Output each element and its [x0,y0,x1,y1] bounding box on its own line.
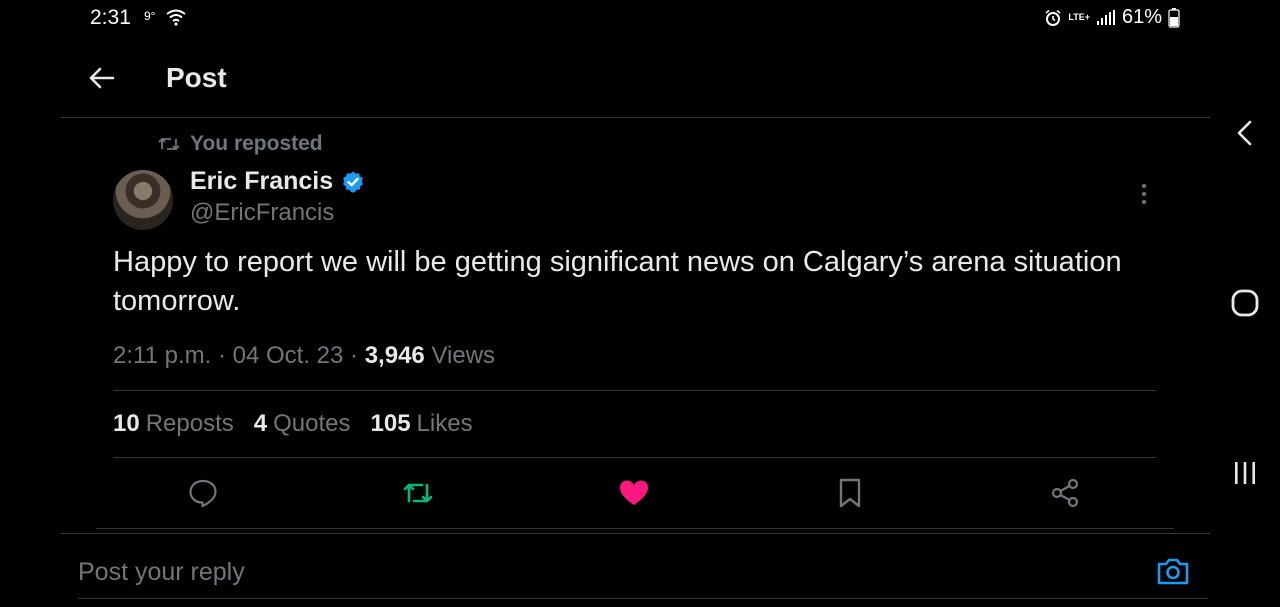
more-options-icon[interactable] [1134,180,1154,208]
repost-icon[interactable] [402,477,434,509]
like-icon[interactable] [618,477,650,509]
likes-label: Likes [416,410,473,437]
header: Post [0,50,1210,110]
stats-divider [113,457,1156,458]
battery-icon [1168,7,1180,28]
repost-label: You reposted [190,132,323,155]
quotes-count: 4 [253,410,268,437]
author-name-row[interactable]: Eric Francis [190,167,365,196]
meta-divider [113,390,1156,391]
views-label[interactable]: Views [431,342,495,369]
repost-small-icon [158,138,180,150]
header-divider [60,117,1210,118]
network-type: LTE+ [1068,12,1090,22]
likes-count: 105 [370,410,411,437]
reply-input[interactable] [78,552,1138,592]
wifi-icon [166,9,186,26]
alarm-icon [1045,9,1061,26]
share-icon[interactable] [1049,477,1081,509]
repost-indicator: You reposted [158,132,323,156]
reply-divider [60,533,1210,534]
camera-icon[interactable] [1156,556,1190,586]
likes-stat[interactable]: 105 Likes [371,410,473,438]
tweet-time: 2:11 p.m. [113,342,212,369]
reposts-stat[interactable]: 10 Reposts [113,410,234,438]
meta-separator: · [217,342,226,369]
back-arrow-icon[interactable] [88,64,116,92]
page-title: Post [166,62,227,93]
status-time: 2:31 [90,6,131,29]
views-count[interactable]: 3,946 [365,342,425,369]
signal-icon [1096,9,1115,25]
tweet-text: Happy to report we will be getting signi… [113,246,1122,317]
quotes-stat[interactable]: 4 Quotes [254,410,351,438]
screen: 2:31 9° LTE+ 61% Post You reposted Eric … [0,0,1280,607]
tweet-date: 04 Oct. 23 [232,342,344,369]
reply-underline [78,598,1208,599]
status-temperature: 9° [144,9,156,23]
author-name[interactable]: Eric Francis [190,167,333,196]
nav-recents-icon[interactable] [1230,458,1260,488]
status-right: LTE+ 61% [1044,6,1180,29]
bookmark-icon[interactable] [834,477,866,509]
author-handle[interactable]: @EricFrancis [190,199,334,227]
tweet-meta: 2:11 p.m. · 04 Oct. 23 · 3,946 Views [113,342,495,370]
nav-home-icon[interactable] [1229,287,1261,319]
actions-divider [96,528,1174,529]
avatar[interactable] [113,170,173,230]
tweet-stats: 10 Reposts 4 Quotes 105 Likes [113,410,473,438]
quotes-label: Quotes [273,410,351,437]
nav-back-icon[interactable] [1232,118,1258,148]
meta-separator: · [350,342,359,369]
reposts-count: 10 [113,410,140,437]
verified-badge-icon [343,171,364,192]
reposts-label: Reposts [145,410,234,437]
battery-percent: 61% [1121,6,1162,28]
reply-icon[interactable] [187,477,219,509]
status-bar: 2:31 9° LTE+ 61% [0,0,1280,36]
